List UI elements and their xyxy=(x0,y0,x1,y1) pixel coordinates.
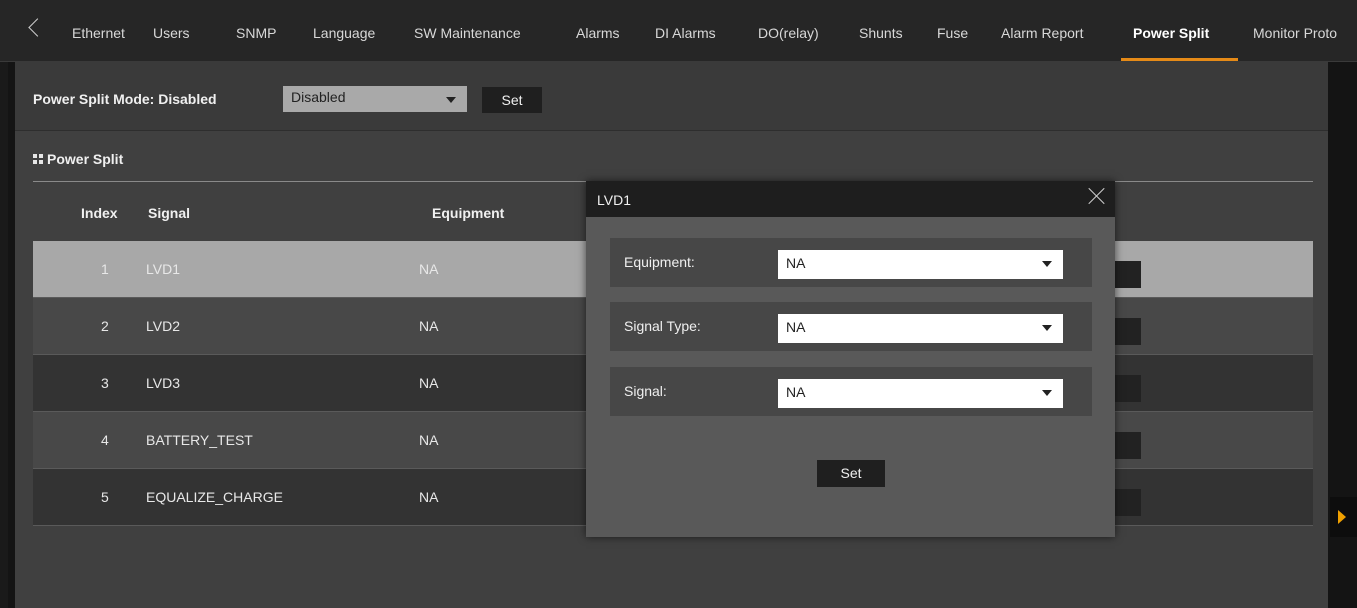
row-edit-button[interactable] xyxy=(1111,489,1141,516)
chevron-down-icon xyxy=(1042,325,1052,331)
tab-snmp[interactable]: SNMP xyxy=(236,24,276,42)
signal-select-value: NA xyxy=(786,384,806,400)
tab-fuse[interactable]: Fuse xyxy=(937,24,968,42)
header-signal: Signal xyxy=(148,205,191,221)
section-title: Power Split xyxy=(47,151,124,167)
row-signal: LVD3 xyxy=(146,375,180,391)
tab-di-alarms[interactable]: DI Alarms xyxy=(655,24,716,42)
tab-shunts[interactable]: Shunts xyxy=(859,24,903,42)
row-index: 1 xyxy=(101,261,109,277)
dialog-title: LVD1 xyxy=(597,192,631,208)
tab-do-relay[interactable]: DO(relay) xyxy=(758,24,819,42)
row-equipment: NA xyxy=(419,261,439,277)
row-signal: LVD1 xyxy=(146,261,180,277)
dialog-header: LVD1 xyxy=(586,181,1115,217)
signal-select[interactable]: NA xyxy=(778,379,1063,408)
tab-sw-maintenance[interactable]: SW Maintenance xyxy=(414,24,521,42)
tab-power-split[interactable]: Power Split xyxy=(1133,24,1209,42)
equipment-field: Equipment: NA xyxy=(610,238,1092,287)
play-arrow-icon xyxy=(1338,510,1346,524)
signal-type-label: Signal Type: xyxy=(624,318,701,334)
chevron-left-icon[interactable] xyxy=(28,18,47,37)
row-edit-button[interactable] xyxy=(1111,318,1141,345)
power-split-mode-select-value: Disabled xyxy=(291,89,346,105)
chevron-down-icon xyxy=(1042,261,1052,267)
row-equipment: NA xyxy=(419,375,439,391)
signal-type-select-value: NA xyxy=(786,319,806,335)
scroll-right-button[interactable] xyxy=(1330,497,1357,537)
signal-field: Signal: NA xyxy=(610,367,1092,416)
equipment-label: Equipment: xyxy=(624,254,695,270)
chevron-down-icon xyxy=(1042,390,1052,396)
header-index: Index xyxy=(81,205,118,221)
grid-icon xyxy=(33,154,43,164)
signal-type-select[interactable]: NA xyxy=(778,314,1063,343)
row-signal: LVD2 xyxy=(146,318,180,334)
row-signal: BATTERY_TEST xyxy=(146,432,253,448)
equipment-select-value: NA xyxy=(786,255,806,271)
chevron-down-icon xyxy=(446,97,456,103)
tab-ethernet[interactable]: Ethernet xyxy=(72,24,125,42)
tab-bar: Ethernet Users SNMP Language SW Maintena… xyxy=(0,0,1357,62)
tab-language[interactable]: Language xyxy=(313,24,375,42)
tab-alarm-report[interactable]: Alarm Report xyxy=(1001,24,1083,42)
dialog-set-button[interactable]: Set xyxy=(817,460,885,487)
equipment-select[interactable]: NA xyxy=(778,250,1063,279)
row-edit-button[interactable] xyxy=(1111,375,1141,402)
left-edge xyxy=(8,62,15,608)
tab-alarms[interactable]: Alarms xyxy=(576,24,620,42)
row-index: 3 xyxy=(101,375,109,391)
row-equipment: NA xyxy=(419,318,439,334)
mode-set-button[interactable]: Set xyxy=(482,87,542,113)
edit-dialog: LVD1 Equipment: NA Signal Type: NA Signa… xyxy=(586,181,1115,537)
header-equipment: Equipment xyxy=(432,205,505,221)
tab-users[interactable]: Users xyxy=(153,24,190,42)
row-equipment: NA xyxy=(419,432,439,448)
signal-type-field: Signal Type: NA xyxy=(610,302,1092,351)
power-split-mode-label: Power Split Mode: Disabled xyxy=(33,91,217,107)
row-index: 5 xyxy=(101,489,109,505)
row-index: 4 xyxy=(101,432,109,448)
signal-label: Signal: xyxy=(624,383,667,399)
row-edit-button[interactable] xyxy=(1111,432,1141,459)
close-icon[interactable] xyxy=(1088,187,1106,205)
row-edit-button[interactable] xyxy=(1111,261,1141,288)
tab-monitor-protocol[interactable]: Monitor Proto xyxy=(1253,24,1337,42)
row-signal: EQUALIZE_CHARGE xyxy=(146,489,283,505)
row-equipment: NA xyxy=(419,489,439,505)
row-index: 2 xyxy=(101,318,109,334)
power-split-mode-select[interactable]: Disabled xyxy=(283,86,467,112)
